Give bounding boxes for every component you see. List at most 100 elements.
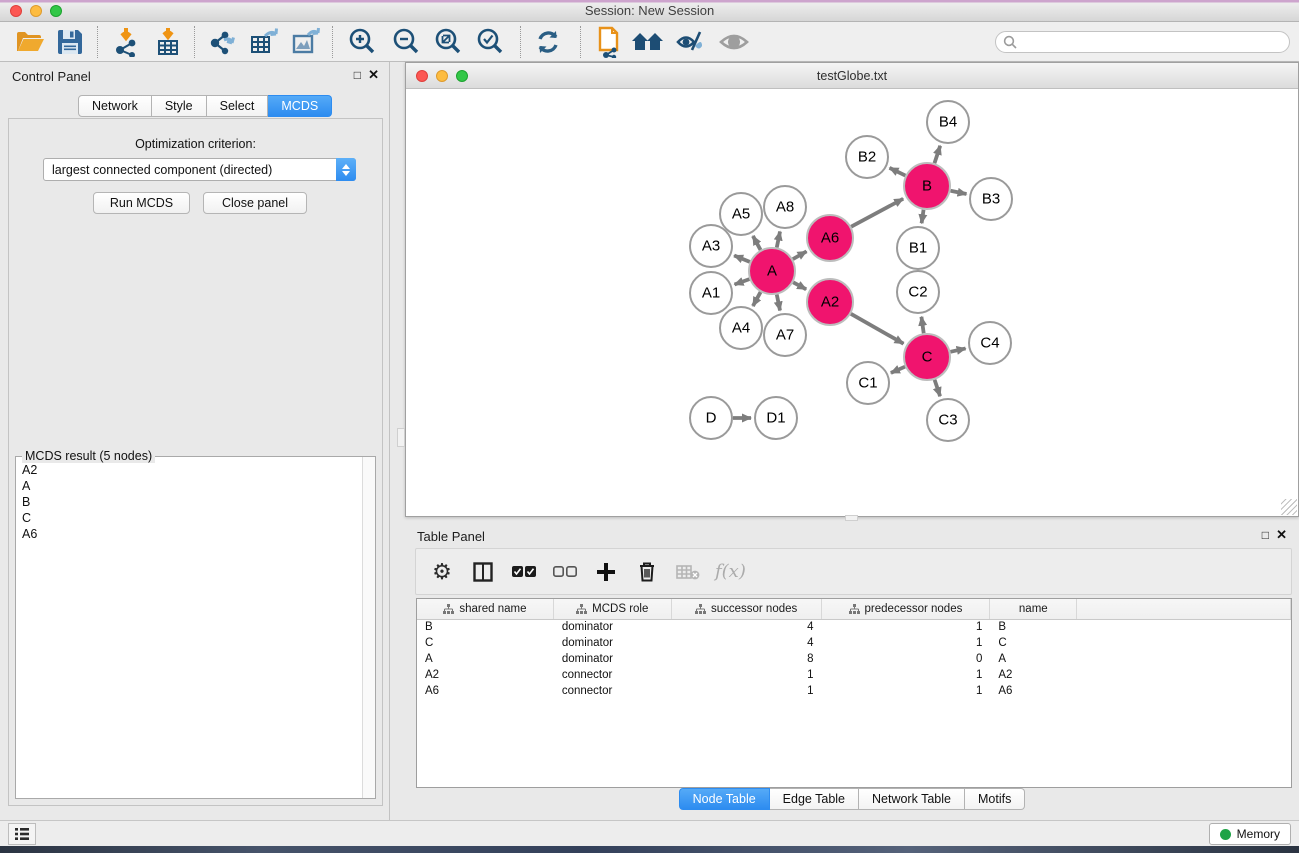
table-row[interactable]: Bdominator41B <box>417 620 1291 636</box>
deselect-all-icon[interactable] <box>551 558 579 586</box>
column-header-predecessor-nodes[interactable]: predecessor nodes <box>822 599 991 619</box>
node-C4[interactable]: C4 <box>969 322 1011 364</box>
search-input[interactable] <box>1017 35 1289 49</box>
edge-B-B2[interactable] <box>890 168 906 176</box>
edge-A-A5[interactable] <box>753 236 761 250</box>
edge-C-C4[interactable] <box>950 348 965 351</box>
node-A2[interactable]: A2 <box>807 279 853 325</box>
resize-grip[interactable] <box>1281 499 1297 515</box>
tab-edge-table[interactable]: Edge Table <box>770 788 859 810</box>
table-row[interactable]: A2connector11A2 <box>417 668 1291 684</box>
result-item[interactable]: C <box>22 510 356 526</box>
edge-A2-C[interactable] <box>851 314 904 344</box>
search-field[interactable] <box>995 31 1290 53</box>
edge-A-A3[interactable] <box>734 255 750 261</box>
horizontal-splitter-handle[interactable] <box>845 515 858 521</box>
node-B1[interactable]: B1 <box>897 227 939 269</box>
edge-A6-B[interactable] <box>851 199 903 227</box>
node-B[interactable]: B <box>904 163 950 209</box>
node-C2[interactable]: C2 <box>897 271 939 313</box>
column-visibility-icon[interactable] <box>469 558 497 586</box>
node-B3[interactable]: B3 <box>970 178 1012 220</box>
criterion-dropdown[interactable]: largest connected component (directed) <box>43 158 356 181</box>
result-item[interactable]: A <box>22 478 356 494</box>
edge-A-A7[interactable] <box>777 295 780 311</box>
task-history-button[interactable] <box>8 823 36 845</box>
edge-A-A6[interactable] <box>793 251 807 259</box>
table-row[interactable]: A6connector11A6 <box>417 684 1291 700</box>
node-A[interactable]: A <box>749 248 795 294</box>
network-graph[interactable]: B4 B2 B B3 B1 A5A8A6 A3 A A1A4A7A2 C2 C4 C C1 C3 D D1 <box>406 89 1298 516</box>
column-header-name[interactable]: name <box>990 599 1077 619</box>
delete-column-icon[interactable] <box>633 558 661 586</box>
node-A1[interactable]: A1 <box>690 272 732 314</box>
import-table-icon[interactable] <box>150 25 186 59</box>
edge-B-B1[interactable] <box>922 210 924 224</box>
show-graphics-icon[interactable] <box>716 25 752 59</box>
save-session-icon[interactable] <box>52 25 88 59</box>
select-all-icon[interactable] <box>510 558 538 586</box>
column-header-successor-nodes[interactable]: successor nodes <box>672 599 822 619</box>
node-table[interactable]: shared nameMCDS rolesuccessor nodesprede… <box>416 598 1292 788</box>
tab-network[interactable]: Network <box>78 95 152 117</box>
network-canvas[interactable]: B4 B2 B B3 B1 A5A8A6 A3 A A1A4A7A2 C2 C4 C C1 C3 D D1 <box>406 89 1298 516</box>
node-B2[interactable]: B2 <box>846 136 888 178</box>
add-column-icon[interactable] <box>592 558 620 586</box>
table-row[interactable]: Cdominator41C <box>417 636 1291 652</box>
open-file-icon[interactable] <box>12 25 48 59</box>
zoom-fit-icon[interactable] <box>430 25 466 59</box>
node-A5[interactable]: A5 <box>720 193 762 235</box>
node-C1[interactable]: C1 <box>847 362 889 404</box>
refresh-icon[interactable] <box>530 25 566 59</box>
node-C[interactable]: C <box>904 334 950 380</box>
edge-A-A8[interactable] <box>777 231 780 247</box>
home-first-neighbors-icon[interactable] <box>630 25 666 59</box>
node-D[interactable]: D <box>690 397 732 439</box>
run-mcds-button[interactable]: Run MCDS <box>93 192 190 214</box>
node-D1[interactable]: D1 <box>755 397 797 439</box>
hide-details-icon[interactable] <box>672 25 708 59</box>
result-item[interactable]: A2 <box>22 462 356 478</box>
float-panel-icon[interactable]: □ <box>354 68 361 82</box>
result-item[interactable]: A6 <box>22 526 356 542</box>
mcds-result-list[interactable]: A2ABCA6 <box>17 460 361 797</box>
tab-style[interactable]: Style <box>152 95 207 117</box>
import-network-icon[interactable] <box>108 25 144 59</box>
edge-C-C2[interactable] <box>921 317 923 333</box>
network-from-selection-icon[interactable] <box>592 25 628 59</box>
table-float-icon[interactable]: □ <box>1262 528 1269 542</box>
close-panel-button[interactable]: Close panel <box>203 192 307 214</box>
edge-B-B4[interactable] <box>934 146 940 163</box>
close-panel-icon[interactable]: ✕ <box>368 67 379 83</box>
edge-A-A1[interactable] <box>735 279 750 284</box>
node-A6[interactable]: A6 <box>807 215 853 261</box>
node-A4[interactable]: A4 <box>720 307 762 349</box>
node-C3[interactable]: C3 <box>927 399 969 441</box>
memory-button[interactable]: Memory <box>1209 823 1291 845</box>
settings-gear-icon[interactable]: ⚙ <box>428 558 456 586</box>
tab-mcds[interactable]: MCDS <box>268 95 332 117</box>
edge-C-C3[interactable] <box>935 380 941 397</box>
edge-B-B3[interactable] <box>951 191 967 194</box>
tab-node-table[interactable]: Node Table <box>679 788 770 810</box>
node-A7[interactable]: A7 <box>764 314 806 356</box>
tab-select[interactable]: Select <box>207 95 269 117</box>
export-network-icon[interactable] <box>204 25 240 59</box>
edge-A-A2[interactable] <box>793 282 806 289</box>
table-close-icon[interactable]: ✕ <box>1276 527 1287 543</box>
column-header-MCDS-role[interactable]: MCDS role <box>554 599 672 619</box>
node-A3[interactable]: A3 <box>690 225 732 267</box>
edge-A-A4[interactable] <box>753 292 761 306</box>
zoom-selected-icon[interactable] <box>472 25 508 59</box>
tab-network-table[interactable]: Network Table <box>859 788 965 810</box>
tab-motifs[interactable]: Motifs <box>965 788 1025 810</box>
column-header-empty[interactable] <box>1077 599 1291 619</box>
export-image-icon[interactable] <box>288 25 324 59</box>
node-A8[interactable]: A8 <box>764 186 806 228</box>
column-header-shared-name[interactable]: shared name <box>417 599 554 619</box>
node-B4[interactable]: B4 <box>927 101 969 143</box>
network-window-titlebar[interactable]: testGlobe.txt <box>406 63 1298 89</box>
zoom-in-icon[interactable] <box>344 25 380 59</box>
vertical-splitter-handle[interactable] <box>397 428 405 447</box>
zoom-out-icon[interactable] <box>388 25 424 59</box>
